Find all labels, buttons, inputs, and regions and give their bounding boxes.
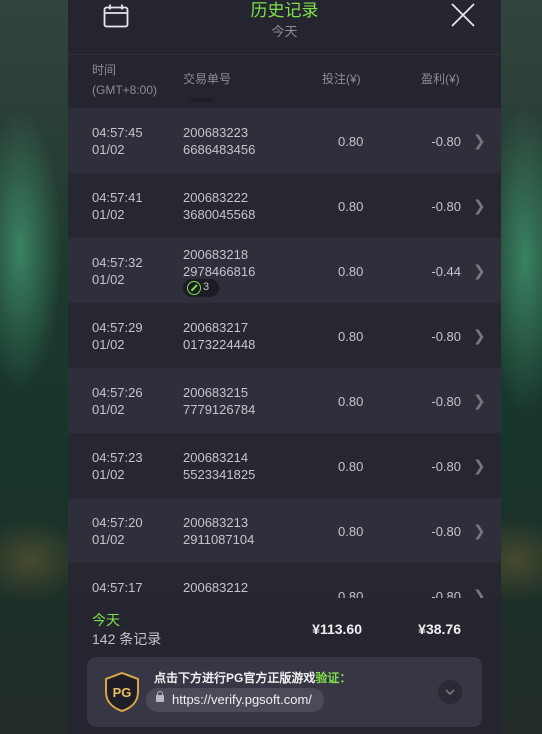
free-spin-badge-partial [188, 98, 216, 102]
row-transaction-id: 200683217 0173224448 [183, 320, 256, 352]
table-row[interactable]: 04:57:29 01/02 200683217 0173224448 0.80… [68, 303, 501, 368]
row-transaction-id: 200683214 5523341825 [183, 450, 256, 482]
chevron-right-icon: ❯ [473, 588, 486, 598]
row-bet: 0.80 [338, 394, 364, 409]
table-row[interactable]: 04:57:23 01/02 200683214 5523341825 0.80… [68, 433, 501, 498]
close-icon[interactable] [450, 2, 476, 28]
column-time: 时间 (GMT+8:00) [92, 63, 158, 97]
lock-icon [156, 691, 164, 702]
header: 历史记录 今天 [68, 0, 501, 55]
date-filter-label: 今天 [271, 24, 298, 39]
column-headers: 时间 (GMT+8:00) 交易单号 投注(¥) 盈利(¥) [68, 55, 501, 98]
column-profit: 盈利(¥) [421, 72, 460, 86]
row-profit: -0.80 [431, 394, 461, 409]
row-time: 04:57:20 01/02 [92, 515, 143, 547]
free-spin-icon [187, 281, 201, 295]
summary-period: 今天 [92, 612, 120, 628]
row-bet: 0.80 [338, 459, 364, 474]
chevron-right-icon: ❯ [473, 393, 486, 410]
row-profit: -0.80 [431, 329, 461, 344]
history-panel: 历史记录 今天 时间 (GMT+8:00) 交易单号 投注(¥) 盈利(¥) 0… [68, 0, 501, 734]
row-profit: -0.44 [431, 264, 461, 279]
row-profit: -0.80 [431, 589, 461, 598]
row-time: 04:57:29 01/02 [92, 320, 143, 352]
row-transaction-id: 200683223 6686483456 [183, 125, 256, 157]
chevron-down-icon [445, 689, 455, 696]
svg-text:PG: PG [113, 685, 132, 700]
column-transaction-id: 交易单号 [183, 72, 232, 86]
history-list[interactable]: 04:57:45 01/02 200683223 6686483456 0.80… [68, 98, 501, 598]
pg-logo-icon: PG [105, 672, 139, 712]
chevron-right-icon: ❯ [473, 523, 486, 540]
row-time: 04:57:17 [92, 580, 143, 595]
row-transaction-id: 200683215 7779126784 [183, 385, 256, 417]
row-bet: 0.80 [338, 524, 364, 539]
column-bet: 投注(¥) [322, 72, 361, 86]
table-row[interactable]: 04:57:41 01/02 200683222 3680045568 0.80… [68, 173, 501, 238]
row-time: 04:57:26 01/02 [92, 385, 143, 417]
table-row[interactable]: 04:57:20 01/02 200683213 2911087104 0.80… [68, 498, 501, 563]
summary-total-bet: ¥113.60 [312, 621, 362, 637]
table-row[interactable]: 04:57:17 200683212 0.80 -0.80 ❯ [68, 563, 501, 598]
row-transaction-id: 200683218 2978466816 [183, 247, 256, 279]
table-row[interactable]: 04:57:45 01/02 200683223 6686483456 0.80… [68, 108, 501, 173]
verify-banner[interactable]: PG 点击下方进行PG官方正版游戏验证： https://verify.pgso… [87, 657, 482, 727]
free-spin-badge: 3 [183, 279, 219, 297]
chevron-right-icon: ❯ [473, 458, 486, 475]
row-transaction-id: 200683222 3680045568 [183, 190, 256, 222]
summary-total-profit: ¥38.76 [418, 621, 461, 637]
row-profit: -0.80 [431, 199, 461, 214]
chevron-right-icon: ❯ [473, 328, 486, 345]
verify-url-link[interactable]: https://verify.pgsoft.com/ [146, 688, 324, 712]
verify-highlight: 验证： [315, 671, 352, 685]
row-transaction-id: 200683213 2911087104 [183, 515, 255, 547]
row-bet: 0.80 [338, 589, 364, 598]
row-profit: -0.80 [431, 134, 461, 149]
row-time: 04:57:23 01/02 [92, 450, 143, 482]
page-title: 历史记录 [250, 1, 319, 20]
row-bet: 0.80 [338, 329, 364, 344]
summary-record-count: 142 条记录 [92, 631, 162, 647]
free-spin-count: 3 [203, 281, 210, 293]
row-time: 04:57:32 01/02 [92, 255, 143, 287]
row-transaction-id: 200683212 [183, 580, 249, 595]
row-time: 04:57:41 01/02 [92, 190, 143, 222]
table-row[interactable]: 04:57:26 01/02 200683215 7779126784 0.80… [68, 368, 501, 433]
row-bet: 0.80 [338, 199, 364, 214]
chevron-right-icon: ❯ [473, 198, 486, 215]
verify-text: 点击下方进行PG官方正版游戏验证： [154, 671, 352, 685]
row-profit: -0.80 [431, 459, 461, 474]
row-bet: 0.80 [338, 264, 364, 279]
row-profit: -0.80 [431, 524, 461, 539]
chevron-right-icon: ❯ [473, 133, 486, 150]
expand-button[interactable] [438, 680, 462, 704]
row-bet: 0.80 [338, 134, 364, 149]
row-time: 04:57:45 01/02 [92, 125, 143, 157]
chevron-right-icon: ❯ [473, 263, 486, 280]
table-row[interactable]: 04:57:32 01/02 200683218 2978466816 3 0.… [68, 238, 501, 303]
